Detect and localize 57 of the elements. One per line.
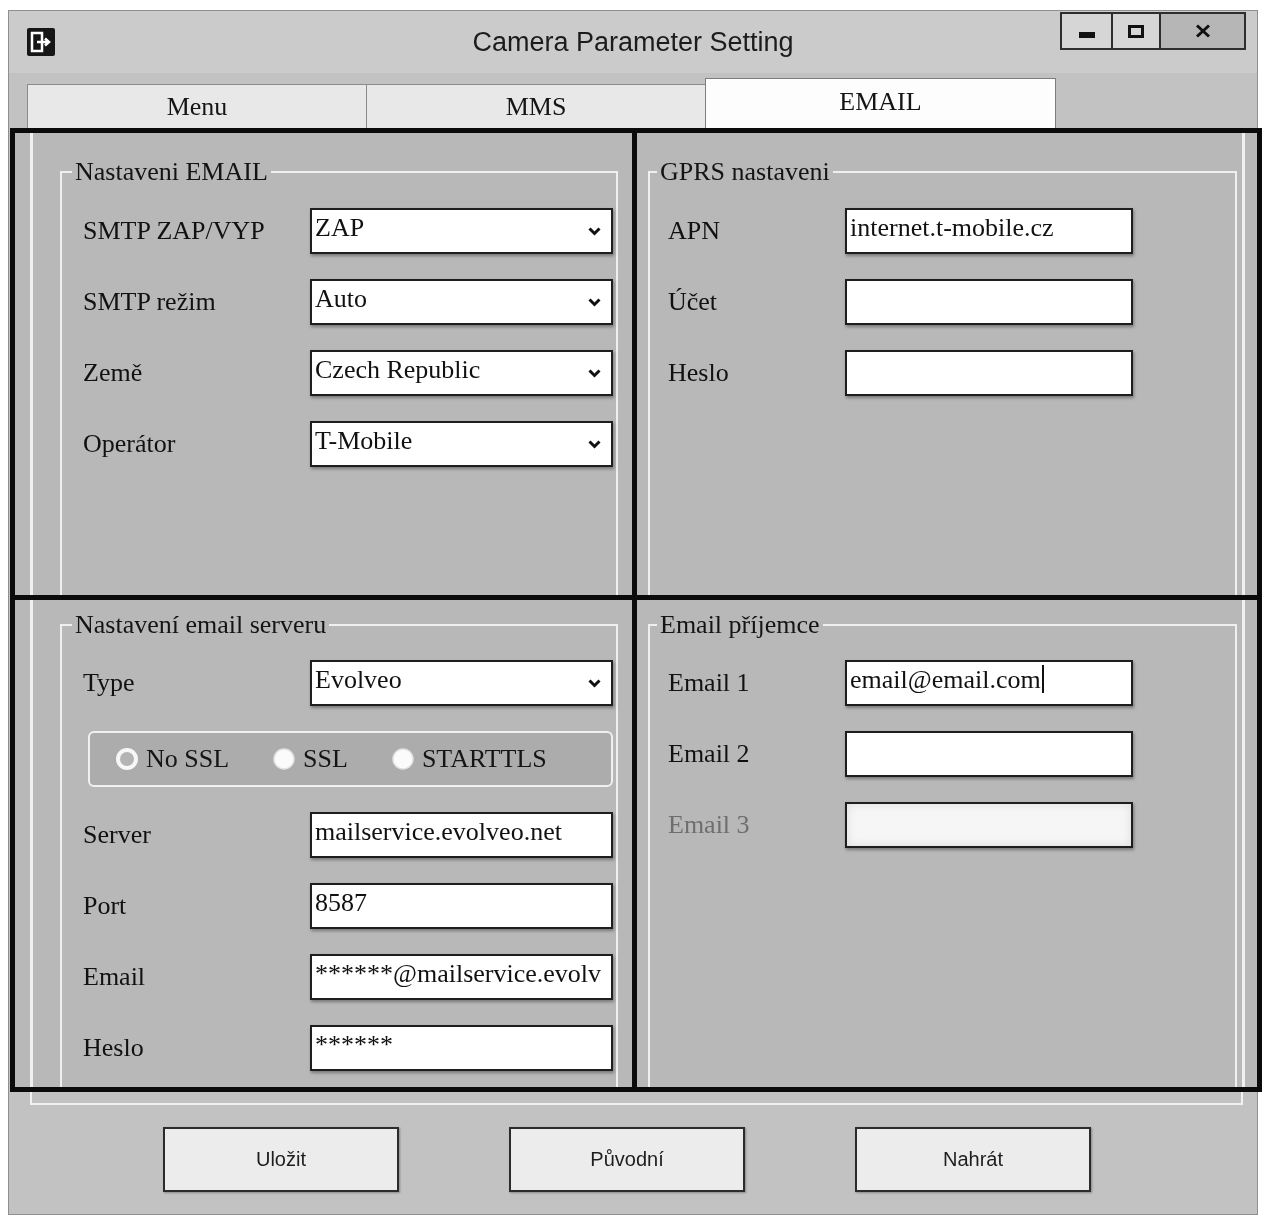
text-field[interactable]: ****** [310, 1025, 613, 1071]
chevron-down-icon [588, 226, 601, 236]
group-title: Nastaveni EMAIL [74, 157, 269, 187]
chevron-down-icon [588, 297, 601, 307]
field-label: Port [83, 891, 127, 921]
app-icon [27, 28, 55, 56]
text-field[interactable] [845, 731, 1133, 777]
field-label: Operátor [83, 429, 176, 459]
field-label: Email [83, 962, 146, 992]
minimize-icon [1078, 32, 1095, 38]
maximize-icon [1128, 24, 1144, 38]
field-label: Server [83, 820, 151, 850]
action-button[interactable]: Původní [509, 1127, 745, 1192]
group-title: Nastavení email serveru [74, 610, 328, 640]
tab[interactable]: EMAIL [705, 78, 1056, 128]
field-label: SMTP ZAP/VYP [83, 216, 265, 246]
chevron-down-icon [588, 678, 601, 688]
text-field[interactable] [845, 279, 1133, 325]
text-field[interactable] [845, 350, 1133, 396]
field-label: Email 3 [668, 810, 750, 840]
field-label: SMTP režim [83, 287, 216, 317]
text-field[interactable]: internet.t-mobile.cz [845, 208, 1133, 254]
field-label: Heslo [83, 1033, 144, 1063]
tab[interactable]: Menu [27, 84, 367, 128]
radio-option[interactable]: SSL [273, 744, 348, 774]
radio-option[interactable]: No SSL [116, 744, 230, 774]
dropdown[interactable]: Auto [310, 279, 613, 325]
group-title: Email příjemce [659, 610, 821, 640]
field-label: Země [83, 358, 143, 388]
action-button[interactable]: Uložit [163, 1127, 399, 1192]
group-title: GPRS nastaveni [659, 157, 831, 187]
field-label: Email 2 [668, 739, 750, 769]
field-label: Účet [668, 287, 718, 317]
dropdown[interactable]: Czech Republic [310, 350, 613, 396]
field-label: APN [668, 216, 720, 246]
text-field[interactable]: ******@mailservice.evolv [310, 954, 613, 1000]
dropdown[interactable]: ZAP [310, 208, 613, 254]
text-field[interactable]: 8587 [310, 883, 613, 929]
field-label: Type [83, 668, 135, 698]
close-icon [1194, 24, 1211, 38]
field-label: Email 1 [668, 668, 750, 698]
chevron-down-icon [588, 368, 601, 378]
action-button[interactable]: Nahrát [855, 1127, 1091, 1192]
field-label: Heslo [668, 358, 729, 388]
text-field[interactable]: mailservice.evolveo.net [310, 812, 613, 858]
maximize-button[interactable] [1111, 12, 1161, 50]
radio-button-icon[interactable] [273, 748, 296, 770]
radio-option[interactable]: STARTTLS [391, 744, 547, 774]
window-title: Camera Parameter Setting [472, 26, 794, 58]
chevron-down-icon [588, 439, 601, 449]
tab[interactable]: MMS [366, 84, 706, 128]
dropdown[interactable]: T-Mobile [310, 421, 613, 467]
radio-button-icon[interactable] [391, 748, 414, 770]
minimize-button[interactable] [1060, 12, 1113, 50]
close-button[interactable] [1159, 12, 1246, 50]
text-field[interactable]: email@email.com [845, 660, 1133, 706]
dropdown[interactable]: Evolveo [310, 660, 613, 706]
